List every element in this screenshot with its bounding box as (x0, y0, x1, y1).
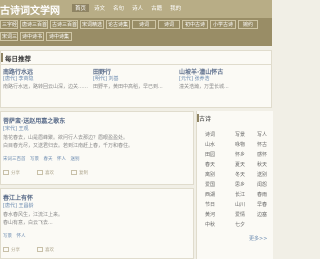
like-label: 喜欢 (45, 248, 54, 253)
category-item[interactable]: 诗中诗集 (46, 32, 72, 41)
sidebar-word[interactable]: 中秋 (205, 221, 215, 228)
sidebar-word[interactable]: 爱国 (205, 181, 215, 188)
sidebar-word[interactable]: 怀乡 (235, 151, 245, 158)
sidebar-word[interactable]: 长江 (235, 191, 245, 198)
sidebar-word[interactable]: 春天 (205, 161, 215, 168)
nav-mine[interactable]: 我的 (167, 4, 184, 12)
category-item[interactable]: 诗中诗书 (20, 32, 44, 41)
sidebar-word[interactable]: 七夕 (235, 221, 245, 228)
copy-label: 复制 (79, 171, 88, 176)
category-item[interactable]: 宋词三百 (0, 32, 18, 41)
like-label: 喜欢 (45, 171, 54, 176)
sidebar-word[interactable]: 闺怨 (257, 181, 267, 188)
copy-action[interactable]: 复制 (71, 170, 88, 176)
category-item[interactable]: 婉约 (238, 20, 258, 29)
poem-tags[interactable]: 宋词三百首 写景 春天 怀人 送别 (3, 156, 80, 162)
panel-title: 每日推荐 (1, 51, 271, 65)
sidebar-word[interactable]: 咏物 (235, 141, 245, 148)
recommend-meta[interactable]: [元代] 张养浩 (179, 75, 210, 82)
sidebar-word[interactable]: 秋天 (257, 161, 267, 168)
category-bar: 三字经 唐诗三百首 古诗三百首 宋词精选 论古诗集 诗词 诗词 初中古诗 小学古… (0, 18, 272, 46)
like-action[interactable]: 喜欢 (37, 170, 54, 176)
sidebar-word[interactable]: 送别 (257, 171, 267, 178)
heart-icon (37, 170, 43, 175)
sidebar-word[interactable]: 黄河 (205, 211, 215, 218)
poem-author[interactable]: [宋代] 王观 (3, 125, 29, 132)
poem-line: 白目春光尽，又送君归去。若到江南赶上春，千万和春住。 (3, 143, 134, 149)
sidebar-word[interactable]: 早春 (257, 201, 267, 208)
site-logo[interactable]: 古诗词文学网 (0, 2, 60, 17)
share-action[interactable]: 分享 (3, 247, 20, 253)
nav-authors[interactable]: 诗人 (129, 4, 146, 12)
sidebar-word[interactable]: 诗词 (205, 131, 215, 138)
sidebar-word[interactable]: 节日 (205, 201, 215, 208)
sidebar-word[interactable]: 春雨 (257, 191, 267, 198)
recommend-meta[interactable]: [明代] 刘基 (93, 75, 119, 82)
share-label: 分享 (11, 248, 20, 253)
category-item[interactable]: 小学古诗 (210, 20, 236, 29)
category-item[interactable]: 诗词 (158, 20, 180, 29)
sidebar-word[interactable]: 写景 (235, 131, 245, 138)
share-action[interactable]: 分享 (3, 170, 20, 176)
sidebar-word[interactable]: 山水 (205, 141, 215, 148)
category-item[interactable]: 诗词 (132, 20, 156, 29)
nav-quotes[interactable]: 名句 (110, 4, 127, 12)
like-action[interactable]: 喜欢 (37, 247, 54, 253)
poem-author[interactable]: [唐代] 王昌龄 (3, 202, 34, 209)
poem-line: 春水春风生，江流江上来。 (3, 212, 64, 218)
nav-poems[interactable]: 诗文 (91, 4, 108, 12)
daily-recommend-panel: 每日推荐 南路行水远 [唐代] 李商隐 南路行水远，路转回云山深，边关…… 田野… (0, 50, 272, 108)
copy-icon (71, 170, 77, 175)
poem-line: 落花春去，山是眉峰聚。欲问行人去那边？眉眼盈盈处。 (3, 135, 129, 141)
sidebar: 古诗 诗词 写景 写人 山水 咏物 怀古 田园 怀乡 感怀 春天 夏天 秋天 离… (196, 111, 273, 259)
sidebar-word[interactable]: 思乡 (235, 181, 245, 188)
panel-title-text: 每日推荐 (5, 55, 31, 63)
sidebar-title: 古诗 (199, 116, 212, 123)
sidebar-word[interactable]: 离别 (205, 171, 215, 178)
share-icon (3, 170, 9, 175)
share-icon (3, 247, 9, 252)
poem-card: 菩萨蛮·送赵用嘉之歌东 [宋代] 王观 落花春去，山是眉峰聚。欲问行人去那边？眉… (0, 111, 194, 185)
category-item[interactable]: 三字经 (0, 20, 18, 29)
top-bar: 古诗词文学网 首页 诗文 名句 诗人 古籍 我的 (0, 0, 272, 18)
nav-home[interactable]: 首页 (72, 4, 90, 12)
sidebar-word[interactable]: 山川 (235, 201, 245, 208)
recommend-meta[interactable]: [唐代] 李商隐 (3, 75, 34, 82)
title-accent (1, 53, 3, 62)
poem-title[interactable]: 春江上有怀 (3, 193, 33, 202)
sidebar-word[interactable]: 夏天 (235, 161, 245, 168)
nav-classics[interactable]: 古籍 (148, 4, 165, 12)
sidebar-word[interactable]: 西湖 (205, 191, 215, 198)
sidebar-word[interactable]: 爱情 (235, 211, 245, 218)
sidebar-word[interactable]: 怀古 (257, 141, 267, 148)
sidebar-word[interactable]: 感怀 (257, 151, 267, 158)
poem-card: 春江上有怀 [唐代] 王昌龄 春水春风生，江流江上来。 春山有意，白云飞去...… (0, 188, 194, 259)
category-item[interactable]: 宋词精选 (80, 20, 104, 29)
recommend-body: 南路行水远，路转回云山深，边关…… (3, 84, 89, 90)
sidebar-word[interactable]: 边塞 (257, 211, 267, 218)
sidebar-more-link[interactable]: 更多>> (249, 235, 267, 242)
category-item[interactable]: 论古诗集 (106, 20, 130, 29)
category-item[interactable]: 古诗三百首 (50, 20, 78, 29)
recommend-body: 田野平，黄田中高稻，早已到... (93, 84, 163, 90)
category-item[interactable]: 初中古诗 (182, 20, 208, 29)
poem-tags[interactable]: 写景 怀人 (3, 233, 26, 239)
sidebar-word[interactable]: 写人 (257, 131, 267, 138)
recommend-body: 潼关浩瀚，万里长城... (179, 84, 229, 90)
sidebar-word[interactable]: 冬天 (235, 171, 245, 178)
sidebar-word[interactable]: 田园 (205, 151, 215, 158)
poem-title[interactable]: 菩萨蛮·送赵用嘉之歌东 (3, 116, 65, 125)
category-item[interactable]: 唐诗三百首 (20, 20, 48, 29)
share-label: 分享 (11, 171, 20, 176)
heart-icon (37, 247, 43, 252)
poem-line: 春山有意，白云飞去... (3, 220, 53, 226)
main-nav: 首页 诗文 名句 诗人 古籍 我的 (72, 4, 184, 12)
